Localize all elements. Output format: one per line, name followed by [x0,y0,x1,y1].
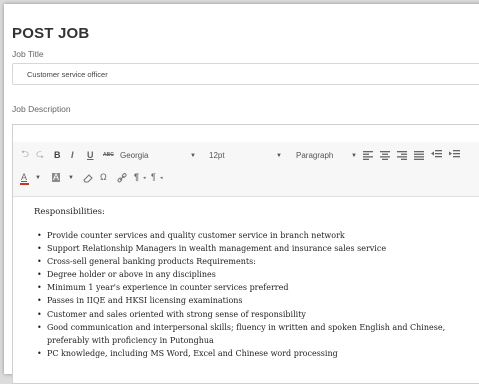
outdent-icon[interactable] [431,150,442,160]
italic-button[interactable]: I [71,151,74,160]
list-item: Passes in IIQE and HKSI licensing examin… [37,294,479,307]
strikethrough-button[interactable]: ABC [103,153,114,158]
block-format-select[interactable]: Paragraph [296,151,333,160]
text-color-dropdown-icon[interactable]: ▼ [35,175,41,181]
bold-button[interactable]: B [54,151,61,160]
align-justify-icon[interactable] [414,151,424,160]
text-color-icon[interactable]: A [21,173,27,182]
responsibilities-list: Provide counter services and quality cus… [37,229,479,360]
list-item: PC knowledge, including MS Word, Excel a… [37,347,479,360]
font-size-dropdown-icon[interactable]: ▼ [276,153,282,159]
left-to-right-arrow-icon: ◂ [143,175,146,181]
left-to-right-icon[interactable]: ¶ [134,173,139,182]
underline-button[interactable]: U [87,151,94,160]
job-title-value: Customer service officer [27,70,108,79]
undo-icon[interactable]: ⮌ [21,150,29,160]
font-family-select[interactable]: Georgia [120,151,148,160]
indent-icon[interactable] [449,150,460,160]
list-item: Customer and sales oriented with strong … [37,308,479,321]
editor-toolbar: ⮌ ⮎ B I U ABC Georgia ▼ 12pt ▼ Paragraph… [13,142,479,197]
editor-menubar: V [13,125,479,143]
text-color-swatch [20,183,29,185]
rich-text-editor[interactable]: V ⮌ ⮎ B I U ABC Georgia ▼ 12pt ▼ Paragra… [12,124,479,384]
block-format-dropdown-icon[interactable]: ▼ [351,153,357,159]
right-to-left-arrow-icon: ◂ [160,175,163,181]
eraser-icon[interactable] [83,173,93,183]
job-title-label: Job Title [12,49,44,59]
post-job-card: POST JOB Job Title Customer service offi… [4,4,479,384]
right-to-left-icon[interactable]: ¶ [151,173,156,182]
list-item: Support Relationship Managers in wealth … [37,242,479,255]
list-item: Cross-sell general banking products Requ… [37,255,479,268]
background-color-dropdown-icon[interactable]: ▼ [68,175,74,181]
font-size-select[interactable]: 12pt [209,151,225,160]
list-item: Degree holder or above in any discipline… [37,268,479,281]
responsibilities-heading: Responsibilities: [34,207,105,217]
background-color-icon[interactable]: A [52,173,61,182]
align-right-icon[interactable] [397,151,407,160]
redo-icon[interactable]: ⮎ [36,150,44,160]
list-item: Provide counter services and quality cus… [37,229,479,242]
align-center-icon[interactable] [380,151,390,160]
job-description-label: Job Description [12,104,71,114]
font-family-dropdown-icon[interactable]: ▼ [190,153,196,159]
job-title-input[interactable]: Customer service officer [12,63,479,85]
align-left-icon[interactable] [363,151,373,160]
list-item: Minimum 1 year's experience in counter s… [37,281,479,294]
special-character-icon[interactable]: Ω [100,173,107,182]
list-item: Good communication and interpersonal ski… [37,321,479,347]
link-icon[interactable] [117,173,127,183]
page-title: POST JOB [12,25,90,42]
